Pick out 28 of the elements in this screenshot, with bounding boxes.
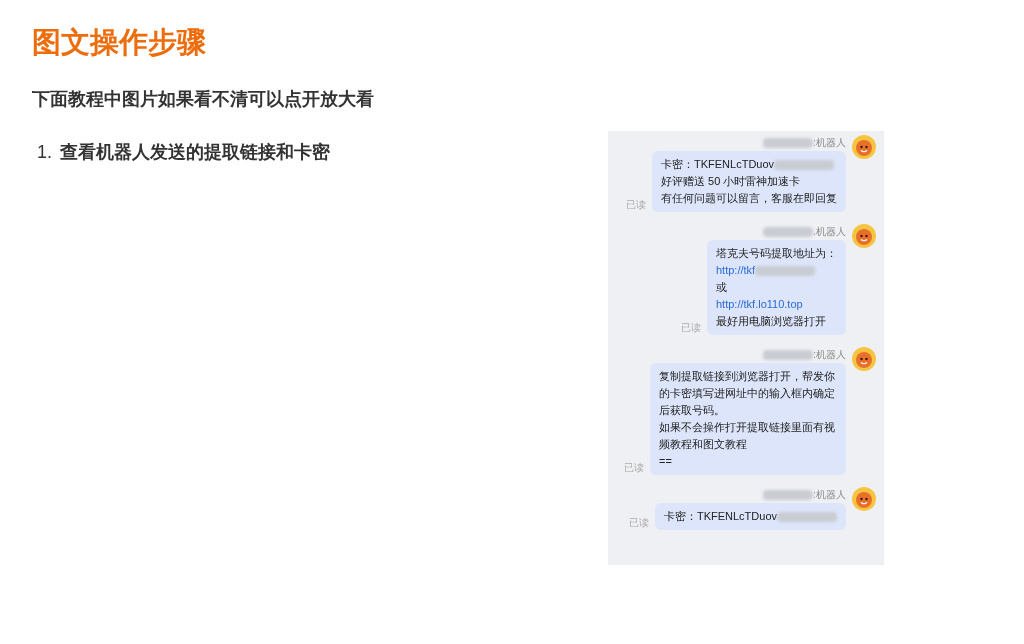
step-number: 1. <box>37 141 52 165</box>
sender-name: :机器人 <box>813 348 846 362</box>
subtitle: 下面教程中图片如果看不清可以点开放大看 <box>32 88 375 112</box>
message-line: == <box>659 454 672 469</box>
message-line: 卡密：TKFENLcTDuov <box>663 509 777 524</box>
message-line: 复制提取链接到浏览器打开，帮发你的卡密填写进网址中的输入框内确定后获取号码。 <box>659 369 836 418</box>
cartoon-avatar-icon <box>852 347 876 371</box>
message-line: 卡密：TKFENLcTDuov <box>661 157 775 172</box>
read-status: 已读 <box>626 198 646 212</box>
message-line: 好评赠送 50 小时雷神加速卡 <box>661 174 801 189</box>
sender-name: :机器人 <box>813 488 846 502</box>
sender-name: :机器人 <box>813 136 846 150</box>
read-status: 已读 <box>624 461 644 475</box>
cartoon-avatar-icon <box>852 487 876 511</box>
cartoon-avatar-icon <box>852 135 876 159</box>
page-title: 图文操作步骤 <box>32 25 207 60</box>
message-line: 最好用电脑浏览器打开 <box>716 314 826 329</box>
message-line: 如果不会操作打开提取链接里面有视频教程和图文教程 <box>659 420 836 452</box>
cartoon-avatar-icon <box>852 224 876 248</box>
message-line: 或 <box>716 280 727 295</box>
read-status: 已读 <box>681 321 701 335</box>
read-status: 已读 <box>628 516 649 530</box>
sender-name: .机器人 <box>813 225 846 239</box>
step-text: 查看机器人发送的提取链接和卡密 <box>60 141 330 165</box>
message-link[interactable]: http://tkf.lo110.top <box>716 296 803 313</box>
message-line: 塔克夫号码提取地址为： <box>716 246 837 261</box>
message-link[interactable]: http://tkf <box>716 262 756 279</box>
message-line: 有任何问题可以留言，客服在即回复 <box>661 191 837 206</box>
